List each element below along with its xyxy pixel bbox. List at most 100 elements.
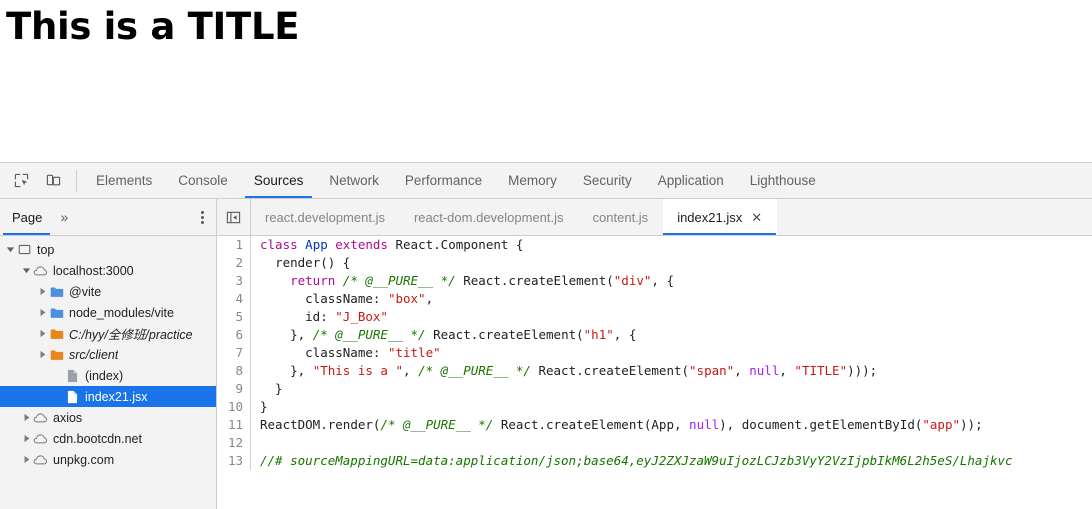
- tree-item-src-client[interactable]: src/client: [0, 344, 216, 365]
- tree-item-axios[interactable]: axios: [0, 407, 216, 428]
- tree-item-label: top: [37, 242, 55, 257]
- tree-item-c-hyy-practice[interactable]: C:/hyy/全修班/practice: [0, 323, 216, 344]
- device-toolbar-glyph: [46, 174, 60, 186]
- code-line-text: render() {: [275, 255, 351, 270]
- line-number[interactable]: 7: [217, 344, 251, 362]
- tree-item-index21-jsx[interactable]: index21.jsx: [0, 386, 216, 407]
- code-line[interactable]: 2 render() {: [217, 254, 1092, 272]
- code-line[interactable]: 6 }, /* @__PURE__ */ React.createElement…: [217, 326, 1092, 344]
- devtools-main-tabbar: Elements Console Sources Network Perform…: [0, 163, 1092, 199]
- file-gray-icon: [64, 369, 81, 383]
- code-line[interactable]: 10}: [217, 398, 1092, 416]
- line-number[interactable]: 12: [217, 434, 251, 452]
- line-number[interactable]: 2: [217, 254, 251, 272]
- chevron-right-icon[interactable]: [20, 434, 32, 443]
- editor-tab-list: react.development.js react-dom.developme…: [217, 199, 1092, 235]
- tree-item-label: src/client: [69, 347, 119, 362]
- tree-item-label: C:/hyy/全修班/practice: [69, 328, 193, 342]
- code-line-text: className: "title": [305, 345, 441, 360]
- line-number[interactable]: 8: [217, 362, 251, 380]
- line-number[interactable]: 11: [217, 416, 251, 434]
- code-line[interactable]: 3 return /* @__PURE__ */ React.createEle…: [217, 272, 1092, 290]
- device-toolbar-icon[interactable]: [40, 168, 66, 194]
- source-code-editor[interactable]: 1 class App extends React.Component {2 re…: [217, 236, 1092, 509]
- chevron-double-right-icon[interactable]: »: [53, 199, 75, 235]
- code-line[interactable]: 5 id: "J_Box": [217, 308, 1092, 326]
- tab-application[interactable]: Application: [645, 163, 737, 198]
- code-line-text: ReactDOM.render(/* @__PURE__ */ React.cr…: [260, 417, 983, 432]
- code-line[interactable]: 9 }: [217, 380, 1092, 398]
- cloud-icon: [32, 432, 49, 445]
- tab-elements[interactable]: Elements: [83, 163, 165, 198]
- tree-item-node-modules-vite[interactable]: node_modules/vite: [0, 302, 216, 323]
- tree-item-label: unpkg.com: [53, 452, 115, 467]
- tab-lighthouse[interactable]: Lighthouse: [737, 163, 829, 198]
- chevron-right-icon[interactable]: [36, 350, 48, 359]
- navigator-tab-page[interactable]: Page: [0, 199, 53, 235]
- line-number[interactable]: 13: [217, 452, 251, 470]
- chevron-down-icon[interactable]: [4, 245, 16, 254]
- devtools-tab-list: Elements Console Sources Network Perform…: [83, 163, 829, 198]
- file-tab-label: react.development.js: [265, 209, 385, 225]
- navigator-file-tree[interactable]: top localhost:3000 @vite node_modules/vite C…: [0, 236, 217, 509]
- tab-network[interactable]: Network: [316, 163, 392, 198]
- folder-blue-icon: [48, 307, 65, 319]
- more-options-kebab-icon[interactable]: [188, 199, 216, 235]
- tree-item-unpkg-com[interactable]: unpkg.com: [0, 449, 216, 470]
- chevron-right-icon[interactable]: [20, 413, 32, 422]
- code-line-text: //# sourceMappingURL=data:application/js…: [260, 453, 1013, 468]
- file-tab-index21-jsx[interactable]: index21.jsx ✕: [663, 199, 778, 235]
- file-tab-react-dom-development[interactable]: react-dom.development.js: [400, 199, 579, 235]
- tree-item-cdn-bootcdn-net[interactable]: cdn.bootcdn.net: [0, 428, 216, 449]
- code-line-text: }, "This is a ", /* @__PURE__ */ React.c…: [260, 363, 878, 378]
- chevron-down-icon[interactable]: [20, 266, 32, 275]
- chevron-right-icon[interactable]: [36, 287, 48, 296]
- line-number[interactable]: 3: [217, 272, 251, 290]
- tab-security[interactable]: Security: [570, 163, 645, 198]
- tab-console[interactable]: Console: [165, 163, 241, 198]
- code-line[interactable]: 13 //# sourceMappingURL=data:application/…: [217, 452, 1092, 470]
- line-number[interactable]: 4: [217, 290, 251, 308]
- inspect-element-icon[interactable]: [8, 168, 34, 194]
- line-number[interactable]: 10: [217, 398, 251, 416]
- file-tab-label: react-dom.development.js: [413, 209, 564, 225]
- tree-item-label: index21.jsx: [85, 389, 148, 404]
- code-line[interactable]: 12: [217, 434, 1092, 452]
- close-icon[interactable]: ✕: [751, 211, 762, 224]
- chevron-right-icon[interactable]: [20, 455, 32, 464]
- file-tab-content-js[interactable]: content.js: [579, 199, 664, 235]
- tree-item-top[interactable]: top: [0, 239, 216, 260]
- show-navigator-panel-icon[interactable]: [217, 199, 251, 235]
- tree-item-label: axios: [53, 410, 83, 425]
- code-line[interactable]: 4 className: "box",: [217, 290, 1092, 308]
- tab-performance[interactable]: Performance: [392, 163, 495, 198]
- chevron-right-icon[interactable]: [36, 329, 48, 338]
- tree-item-vite[interactable]: @vite: [0, 281, 216, 302]
- chevron-right-icon[interactable]: [36, 308, 48, 317]
- code-line[interactable]: 8 }, "This is a ", /* @__PURE__ */ React…: [217, 362, 1092, 380]
- line-number[interactable]: 5: [217, 308, 251, 326]
- code-line-text: }: [260, 381, 283, 396]
- frame-icon: [16, 243, 33, 256]
- code-line[interactable]: 11 ReactDOM.render(/* @__PURE__ */ React.…: [217, 416, 1092, 434]
- tab-sources[interactable]: Sources: [241, 163, 317, 198]
- line-number[interactable]: 6: [217, 326, 251, 344]
- tab-memory[interactable]: Memory: [495, 163, 570, 198]
- line-number[interactable]: 9: [217, 380, 251, 398]
- devtools-body: top localhost:3000 @vite node_modules/vite C…: [0, 236, 1092, 509]
- code-content[interactable]: 1 class App extends React.Component {2 re…: [217, 236, 1092, 470]
- file-blue-icon: [64, 390, 81, 404]
- file-tab-label: content.js: [592, 209, 649, 225]
- line-number[interactable]: 1: [217, 236, 251, 254]
- toolbar-divider: [76, 170, 77, 192]
- code-line[interactable]: 7 className: "title": [217, 344, 1092, 362]
- tree-item-label: node_modules/vite: [69, 305, 174, 320]
- rendered-page-viewport: This is a TITLE: [0, 0, 1092, 162]
- devtools-sub-toolbar: Page » react.development.js react-dom.de…: [0, 199, 1092, 236]
- code-line[interactable]: 1 class App extends React.Component {: [217, 236, 1092, 254]
- code-line-text: }, /* @__PURE__ */ React.createElement("…: [260, 327, 637, 342]
- tree-item-localhost-3000[interactable]: localhost:3000: [0, 260, 216, 281]
- tree-item-index[interactable]: (index): [0, 365, 216, 386]
- file-tab-react-development[interactable]: react.development.js: [251, 199, 400, 235]
- page-title: This is a TITLE: [6, 5, 300, 48]
